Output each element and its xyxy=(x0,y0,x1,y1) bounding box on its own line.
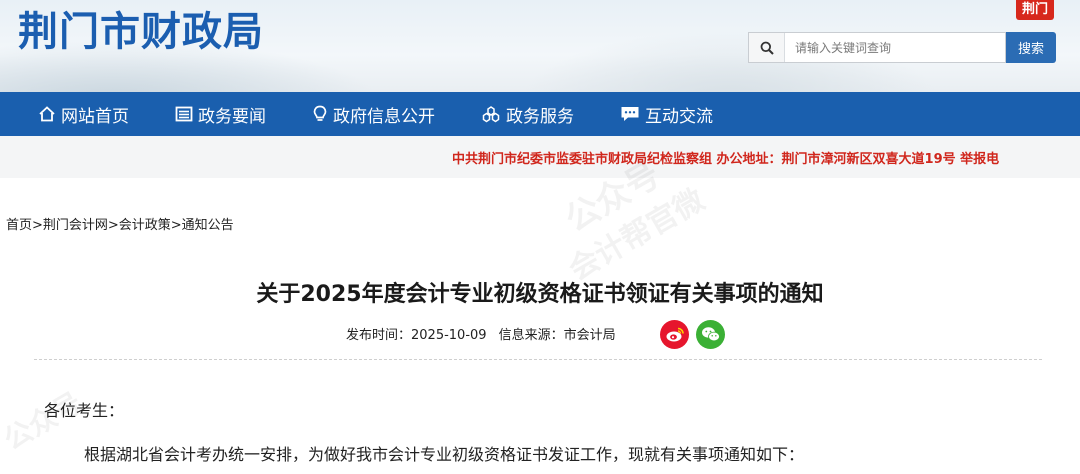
search-input[interactable] xyxy=(785,34,1005,61)
nav-item-label: 政务服务 xyxy=(506,106,574,127)
home-icon xyxy=(39,106,55,122)
ticker-text[interactable]: 中共荆门市纪委市监委驻市财政局纪检监察组 办公地址：荆门市漳河新区双喜大道19号… xyxy=(452,148,999,167)
nav-item-label: 网站首页 xyxy=(61,106,129,127)
nav-item-label: 政务要闻 xyxy=(198,106,266,127)
nav-item-label: 互动交流 xyxy=(645,106,713,127)
site-title[interactable]: 荆门市财政局 xyxy=(18,8,264,56)
publish-time: 发布时间：2025-10-09 xyxy=(346,328,487,343)
article-paragraph: 根据湖北省会计考办统一安排，为做好我市会计专业初级资格证书发证工作，现就有关事项… xyxy=(84,445,805,464)
announcement-ticker: 中共荆门市纪委市监委驻市财政局纪检监察组 办公地址：荆门市漳河新区双喜大道19号… xyxy=(0,136,1080,178)
breadcrumb[interactable]: 首页>荆门会计网>会计政策>通知公告 xyxy=(6,214,234,233)
bulb-icon xyxy=(313,105,327,121)
nav-item-home[interactable]: 网站首页 xyxy=(38,92,129,136)
nav-item-interaction[interactable]: 互动交流 xyxy=(620,92,713,136)
article-title: 关于2025年度会计专业初级资格证书领证有关事项的通知 xyxy=(256,282,824,307)
chat-icon xyxy=(621,107,639,121)
article-meta: 发布时间：2025-10-09 信息来源：市会计局 xyxy=(346,324,628,343)
watermark-text: 会计帮官微 xyxy=(563,182,711,288)
main-nav: 网站首页 政务要闻 政府信息公开 政务服务 互动交流 xyxy=(0,92,1080,136)
nav-item-label: 政府信息公开 xyxy=(333,106,435,127)
info-source: 信息来源：市会计局 xyxy=(498,328,616,343)
search-button[interactable]: 搜索 xyxy=(1006,32,1056,63)
search-icon xyxy=(749,33,785,62)
site-header: 荆门市财政局 荆门 搜索 xyxy=(0,0,1080,92)
nav-item-news[interactable]: 政务要闻 xyxy=(175,92,266,136)
nav-item-services[interactable]: 政务服务 xyxy=(481,92,574,136)
nav-item-info-public[interactable]: 政府信息公开 xyxy=(312,92,435,136)
service-icon xyxy=(482,106,500,123)
weibo-share-icon[interactable] xyxy=(660,320,689,349)
article-divider xyxy=(34,359,1042,360)
wechat-share-icon[interactable] xyxy=(696,320,725,349)
article-salutation: 各位考生： xyxy=(44,401,125,420)
corner-logo: 荆门 xyxy=(1016,0,1054,20)
search-box xyxy=(748,32,1006,63)
news-icon xyxy=(175,106,193,122)
